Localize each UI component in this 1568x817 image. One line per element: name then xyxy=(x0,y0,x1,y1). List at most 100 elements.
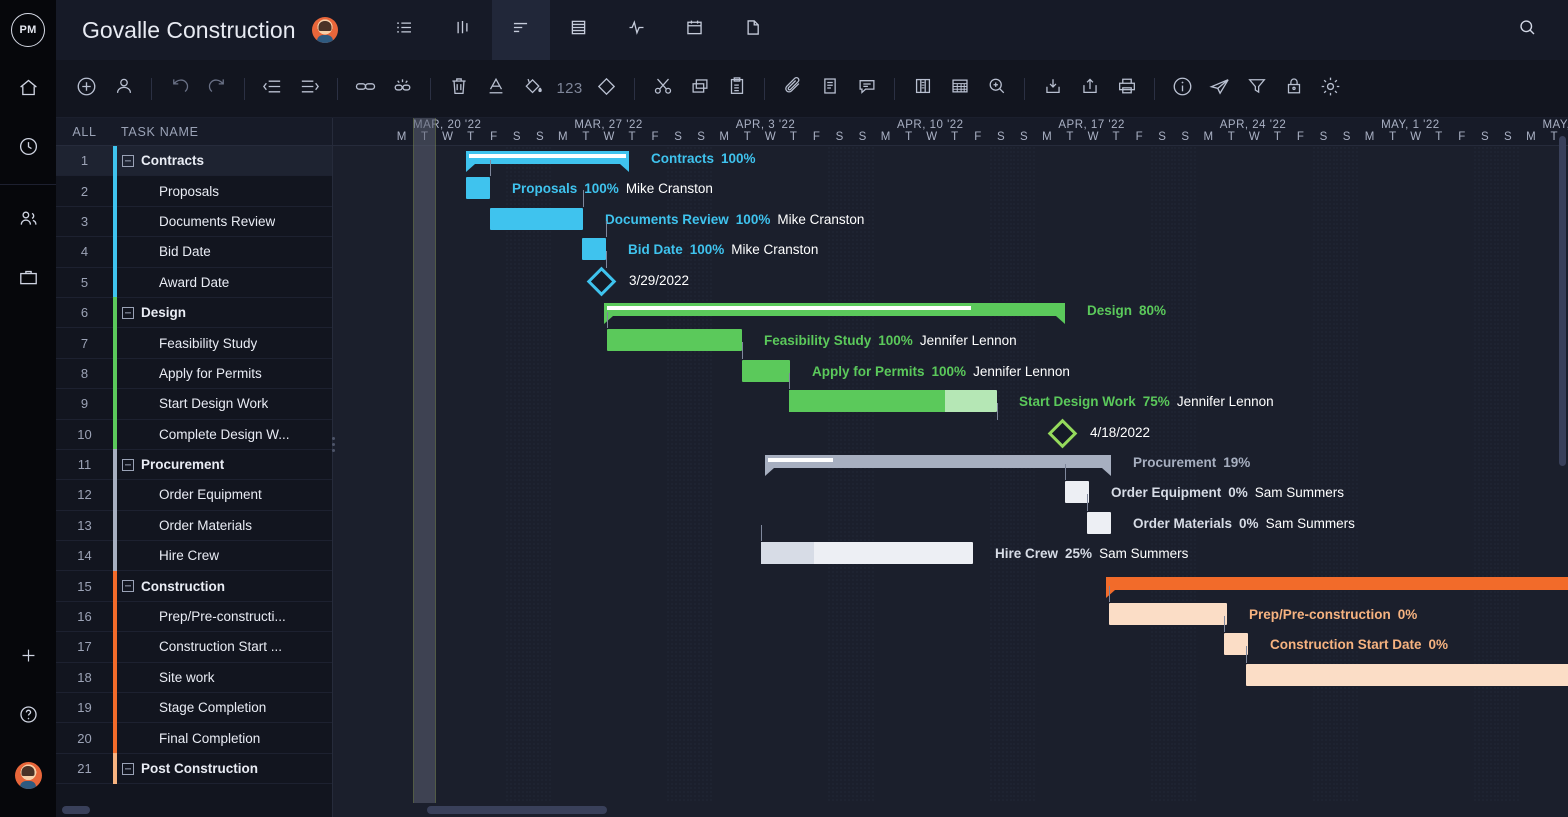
lock-button[interactable] xyxy=(1275,68,1312,110)
export-button[interactable] xyxy=(1071,68,1108,110)
task-bar[interactable] xyxy=(466,177,490,199)
send-button[interactable] xyxy=(1201,68,1238,110)
table-row[interactable]: 3Documents Review xyxy=(56,207,332,237)
task-bar[interactable] xyxy=(582,238,606,260)
attach-button[interactable] xyxy=(774,68,811,110)
table-row[interactable]: 12Order Equipment xyxy=(56,480,332,510)
task-name-cell[interactable]: Procurement xyxy=(117,457,224,472)
summary-bar[interactable] xyxy=(1106,577,1568,590)
task-bar[interactable] xyxy=(1224,633,1248,655)
collapse-toggle-icon[interactable] xyxy=(122,459,134,471)
print-button[interactable] xyxy=(1108,68,1145,110)
table-row[interactable]: 7Feasibility Study xyxy=(56,328,332,358)
table-row[interactable]: 9Start Design Work xyxy=(56,389,332,419)
table-row[interactable]: 1Contracts xyxy=(56,146,332,176)
task-name-cell[interactable]: Feasibility Study xyxy=(117,336,257,351)
task-name-cell[interactable]: Hire Crew xyxy=(117,548,219,563)
tab-board[interactable] xyxy=(434,0,492,60)
task-name-cell[interactable]: Construction xyxy=(117,579,225,594)
columns-button[interactable] xyxy=(904,68,941,110)
collapse-toggle-icon[interactable] xyxy=(122,307,134,319)
scroll-thumb[interactable] xyxy=(427,806,607,814)
grid-horizontal-scrollbar[interactable] xyxy=(56,803,333,817)
chart-vertical-scrollbar[interactable] xyxy=(1559,136,1566,466)
table-row[interactable]: 5Award Date xyxy=(56,268,332,298)
import-button[interactable] xyxy=(1034,68,1071,110)
table-row[interactable]: 4Bid Date xyxy=(56,237,332,267)
table-row[interactable]: 11Procurement xyxy=(56,450,332,480)
timeline-canvas[interactable]: Contracts100%Proposals100%Mike CranstonD… xyxy=(333,146,1568,817)
table-row[interactable]: 21Post Construction xyxy=(56,754,332,784)
task-name-cell[interactable]: Site work xyxy=(117,670,215,685)
numbering-button[interactable]: 123 xyxy=(551,68,588,110)
rail-item-home[interactable] xyxy=(0,60,56,119)
task-name-cell[interactable]: Contracts xyxy=(117,153,204,168)
column-header-task-name[interactable]: TASK NAME xyxy=(113,125,199,139)
cut-button[interactable] xyxy=(644,68,681,110)
tab-gantt[interactable] xyxy=(492,0,550,60)
tab-list[interactable] xyxy=(376,0,434,60)
unlink-tasks-button[interactable] xyxy=(384,68,421,110)
app-logo[interactable]: PM xyxy=(0,0,56,60)
task-name-cell[interactable]: Complete Design W... xyxy=(117,427,290,442)
table-row[interactable]: 10Complete Design W... xyxy=(56,420,332,450)
table-row[interactable]: 14Hire Crew xyxy=(56,541,332,571)
milestone-marker[interactable] xyxy=(587,266,617,296)
table-row[interactable]: 19Stage Completion xyxy=(56,693,332,723)
tab-calendar[interactable] xyxy=(666,0,724,60)
milestone-button[interactable] xyxy=(588,68,625,110)
table-row[interactable]: 8Apply for Permits xyxy=(56,359,332,389)
undo-button[interactable] xyxy=(161,68,198,110)
collapse-toggle-icon[interactable] xyxy=(122,580,134,592)
tab-sheet[interactable] xyxy=(550,0,608,60)
table-row[interactable]: 17Construction Start ... xyxy=(56,632,332,662)
header-owner-avatar[interactable] xyxy=(312,17,338,43)
outdent-button[interactable] xyxy=(254,68,291,110)
info-button[interactable] xyxy=(1164,68,1201,110)
rail-item-account[interactable] xyxy=(0,746,56,805)
task-bar[interactable] xyxy=(607,329,742,351)
task-name-cell[interactable]: Final Completion xyxy=(117,731,260,746)
task-name-cell[interactable]: Construction Start ... xyxy=(117,639,282,654)
task-name-cell[interactable]: Award Date xyxy=(117,275,229,290)
tab-pages[interactable] xyxy=(724,0,782,60)
task-name-cell[interactable]: Prep/Pre-constructi... xyxy=(117,609,286,624)
redo-button[interactable] xyxy=(198,68,235,110)
task-name-cell[interactable]: Design xyxy=(117,305,186,320)
summary-bar[interactable] xyxy=(604,303,1065,316)
task-name-cell[interactable]: Order Equipment xyxy=(117,487,262,502)
comment-button[interactable] xyxy=(848,68,885,110)
task-name-cell[interactable]: Start Design Work xyxy=(117,396,268,411)
task-bar[interactable] xyxy=(1109,603,1227,625)
task-name-cell[interactable]: Stage Completion xyxy=(117,700,266,715)
table-row[interactable]: 18Site work xyxy=(56,663,332,693)
rail-item-add[interactable] xyxy=(0,628,56,687)
table-row[interactable]: 13Order Materials xyxy=(56,511,332,541)
filter-button[interactable] xyxy=(1238,68,1275,110)
task-bar[interactable] xyxy=(761,542,973,564)
task-bar[interactable] xyxy=(1087,512,1111,534)
table-row[interactable]: 6Design xyxy=(56,298,332,328)
task-name-cell[interactable]: Order Materials xyxy=(117,518,252,533)
assign-user-button[interactable] xyxy=(105,68,142,110)
chart-horizontal-scrollbar[interactable] xyxy=(333,803,1568,817)
task-bar[interactable] xyxy=(742,360,790,382)
table-row[interactable]: 15Construction xyxy=(56,571,332,601)
settings-button[interactable] xyxy=(1312,68,1349,110)
collapse-toggle-icon[interactable] xyxy=(122,763,134,775)
task-name-cell[interactable]: Bid Date xyxy=(117,244,211,259)
rail-item-team[interactable] xyxy=(0,191,56,250)
table-row[interactable]: 20Final Completion xyxy=(56,723,332,753)
column-header-all[interactable]: ALL xyxy=(56,125,113,139)
task-bar[interactable] xyxy=(1246,664,1568,686)
summary-bar[interactable] xyxy=(765,455,1111,468)
rail-item-help[interactable] xyxy=(0,687,56,746)
paste-button[interactable] xyxy=(718,68,755,110)
copy-button[interactable] xyxy=(681,68,718,110)
add-task-button[interactable] xyxy=(68,68,105,110)
milestone-marker[interactable] xyxy=(1048,418,1078,448)
task-name-cell[interactable]: Proposals xyxy=(117,184,219,199)
scroll-thumb[interactable] xyxy=(62,806,90,814)
grid-button[interactable] xyxy=(941,68,978,110)
rail-item-projects[interactable] xyxy=(0,250,56,309)
